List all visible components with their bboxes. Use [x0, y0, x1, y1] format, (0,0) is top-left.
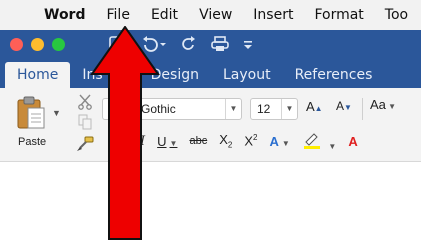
menu-file[interactable]: File — [107, 7, 130, 23]
grow-font-button[interactable]: A▲ — [306, 99, 323, 114]
ribbon-divider — [362, 98, 363, 120]
ribbon-tabs: Home Ins Design Layout References — [0, 58, 421, 88]
menu-edit[interactable]: Edit — [151, 7, 178, 23]
shrink-font-label: A — [336, 99, 345, 113]
highlight-caret-icon[interactable]: ▼ — [328, 142, 336, 151]
paste-label[interactable]: Paste — [18, 136, 46, 148]
paste-options-caret-icon[interactable]: ▼ — [52, 108, 61, 118]
change-case-label: Aa — [370, 97, 386, 112]
menu-view[interactable]: View — [199, 7, 232, 23]
underline-button[interactable]: U ▼ — [157, 134, 177, 149]
zoom-window-button[interactable] — [52, 37, 65, 51]
text-effects-label: A — [269, 133, 279, 149]
customize-toolbar-icon[interactable] — [243, 36, 253, 52]
text-effects-button[interactable]: A ▼ — [269, 134, 289, 149]
superscript-mark: 2 — [253, 133, 258, 143]
font-size-field[interactable]: 12 ▼ — [250, 98, 298, 120]
font-size-value: 12 — [257, 102, 271, 116]
paste-clipboard-icon[interactable] — [16, 94, 48, 137]
font-name-dropdown-icon[interactable]: ▼ — [225, 99, 241, 119]
subscript-button[interactable]: X2 — [219, 132, 232, 150]
text-effects-caret-icon[interactable]: ▼ — [282, 139, 290, 148]
redo-icon[interactable] — [181, 36, 197, 52]
print-icon[interactable] — [211, 36, 229, 52]
subscript-mark: 2 — [227, 140, 233, 150]
superscript-button[interactable]: X2 — [244, 133, 257, 148]
clipboard-group: ▼ Paste — [0, 88, 98, 162]
grow-arrow-icon: ▲ — [314, 104, 323, 113]
shrink-font-button[interactable]: A▼ — [336, 99, 352, 113]
font-color-button[interactable]: A — [348, 134, 357, 149]
minimize-window-button[interactable] — [31, 37, 44, 51]
highlight-color-button[interactable]: ▼ — [302, 131, 336, 152]
close-window-button[interactable] — [10, 37, 23, 51]
tab-home[interactable]: Home — [5, 62, 71, 88]
underline-caret-icon[interactable]: ▼ — [170, 139, 178, 148]
tab-layout[interactable]: Layout — [211, 62, 283, 88]
document-canvas[interactable] — [0, 162, 421, 240]
change-case-button[interactable]: Aa ▼ — [370, 97, 404, 119]
home-ribbon: ▼ Paste ntury Gothic ▼ 12 ▼ A▲ A▼ Aa ▼ I… — [0, 88, 421, 162]
highlighter-icon — [303, 132, 320, 149]
grow-font-label: A — [306, 99, 315, 114]
strikethrough-button[interactable]: abc — [189, 135, 207, 147]
tab-references[interactable]: References — [283, 62, 385, 88]
shrink-arrow-icon: ▼ — [344, 103, 352, 112]
font-size-dropdown-icon[interactable]: ▼ — [281, 99, 297, 119]
menu-app-word[interactable]: Word — [44, 7, 86, 23]
menu-format[interactable]: Format — [314, 7, 363, 23]
menu-tools[interactable]: Too — [385, 7, 408, 23]
subscript-base: X — [219, 132, 228, 148]
superscript-base: X — [244, 133, 253, 149]
font-format-row: I U ▼ abc X2 X2 A ▼ ▼ A — [140, 130, 370, 152]
window-title-bar — [0, 30, 421, 58]
menu-insert[interactable]: Insert — [253, 7, 293, 23]
mac-menu-bar: Word File Edit View Insert Format Too — [0, 0, 421, 30]
red-arrow-annotation — [90, 26, 160, 240]
change-case-caret-icon: ▼ — [385, 102, 397, 111]
